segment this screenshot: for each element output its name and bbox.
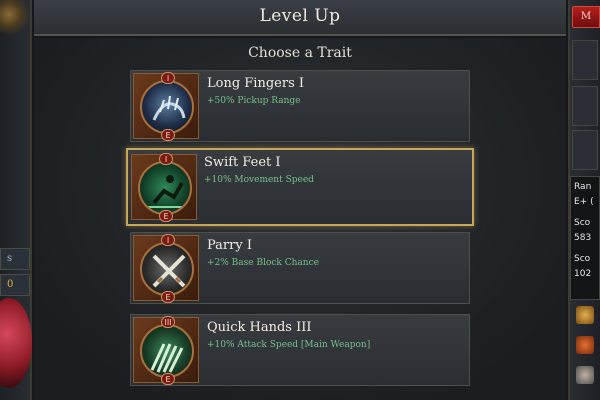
- trait-card-parry[interactable]: I E Parry I +2% Base Block Chance: [130, 232, 470, 304]
- scroll-icon[interactable]: [576, 366, 594, 384]
- score-value-2: 102: [574, 269, 592, 279]
- level-up-panel: Choose a Trait I E Long Fingers I +50% P…: [34, 38, 566, 400]
- rank-pip-top: I: [161, 72, 175, 84]
- trait-card-quick-hands[interactable]: III E Quick Hands III +10% Attack Speed …: [130, 314, 470, 386]
- score-label: Sco: [574, 218, 591, 228]
- left-sidebar: s 0: [0, 0, 32, 400]
- stats-panel: Ran E+ ( Sco 583 Sco 102: [570, 176, 600, 300]
- crossed-swords-icon: [140, 242, 194, 296]
- trait-name: Swift Feet I: [204, 155, 281, 170]
- hand-grab-icon: [140, 80, 194, 134]
- trait-icon-frame: I E: [133, 234, 199, 303]
- rank-pip-top: III: [161, 316, 175, 328]
- rank-pip-bottom: E: [161, 129, 175, 141]
- trait-description: +10% Attack Speed [Main Weapon]: [207, 340, 371, 350]
- score-value: 583: [574, 233, 592, 243]
- rank-value: E+ (: [574, 197, 594, 207]
- trait-name: Long Fingers I: [207, 76, 305, 91]
- trait-card-swift-feet[interactable]: I E Swift Feet I +10% Movement Speed: [126, 148, 474, 226]
- window-title: Level Up: [34, 0, 566, 36]
- trait-icon-frame: I E: [131, 153, 197, 222]
- left-stat-tile: s: [0, 248, 30, 270]
- menu-button[interactable]: M: [572, 6, 600, 28]
- hands-speed-icon: [140, 324, 194, 378]
- choose-trait-heading: Choose a Trait: [248, 45, 352, 61]
- right-sidebar: M Ran E+ ( Sco 583 Sco 102: [568, 0, 600, 400]
- coin-stack-icon[interactable]: [576, 306, 594, 324]
- left-stat-tile-2: 0: [0, 274, 30, 296]
- trait-description: +2% Base Block Chance: [207, 258, 319, 268]
- rank-pip-top: I: [159, 153, 173, 165]
- trait-description: +10% Movement Speed: [204, 175, 314, 185]
- rank-pip-top: I: [161, 234, 175, 246]
- trait-icon-frame: I E: [133, 72, 199, 141]
- trait-card-long-fingers[interactable]: I E Long Fingers I +50% Pickup Range: [130, 70, 470, 142]
- slot-3[interactable]: [572, 130, 598, 170]
- health-orb-icon: [0, 298, 32, 388]
- trait-icon-frame: III E: [133, 316, 199, 385]
- trait-description: +50% Pickup Range: [207, 96, 301, 106]
- rank-pip-bottom: E: [161, 291, 175, 303]
- ornament-icon: [0, 0, 30, 36]
- slot-1[interactable]: [572, 40, 598, 80]
- running-feet-icon: [138, 161, 192, 215]
- slot-2[interactable]: [572, 86, 598, 126]
- score-label-2: Sco: [574, 254, 591, 264]
- trait-name: Parry I: [207, 238, 252, 253]
- rank-label: Ran: [574, 182, 592, 192]
- trait-name: Quick Hands III: [207, 320, 312, 335]
- helmet-icon[interactable]: [576, 336, 594, 354]
- rank-pip-bottom: E: [159, 210, 173, 222]
- rank-pip-bottom: E: [161, 373, 175, 385]
